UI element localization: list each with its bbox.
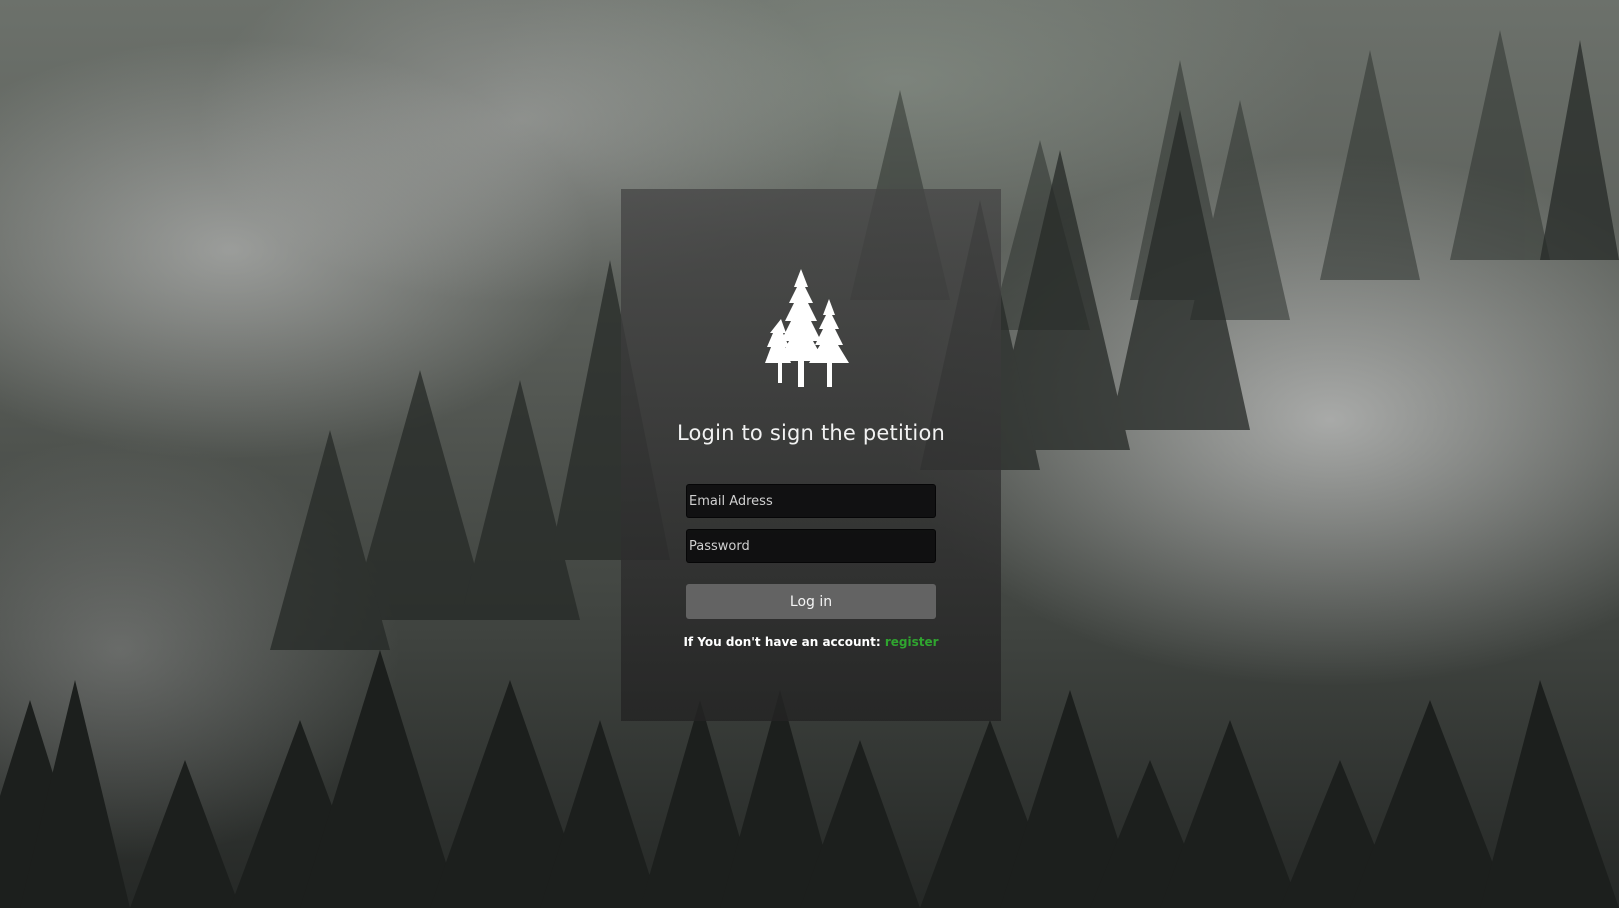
login-panel: Login to sign the petition Log in If You… xyxy=(621,189,1001,721)
register-prompt: If You don't have an account: register xyxy=(621,635,1001,649)
email-field[interactable] xyxy=(686,484,936,518)
password-field[interactable] xyxy=(686,529,936,563)
login-button[interactable]: Log in xyxy=(686,584,936,619)
login-title: Login to sign the petition xyxy=(676,421,946,445)
register-prompt-text: If You don't have an account: xyxy=(683,635,885,649)
pine-tree-icon xyxy=(761,269,861,389)
register-link[interactable]: register xyxy=(885,635,939,649)
